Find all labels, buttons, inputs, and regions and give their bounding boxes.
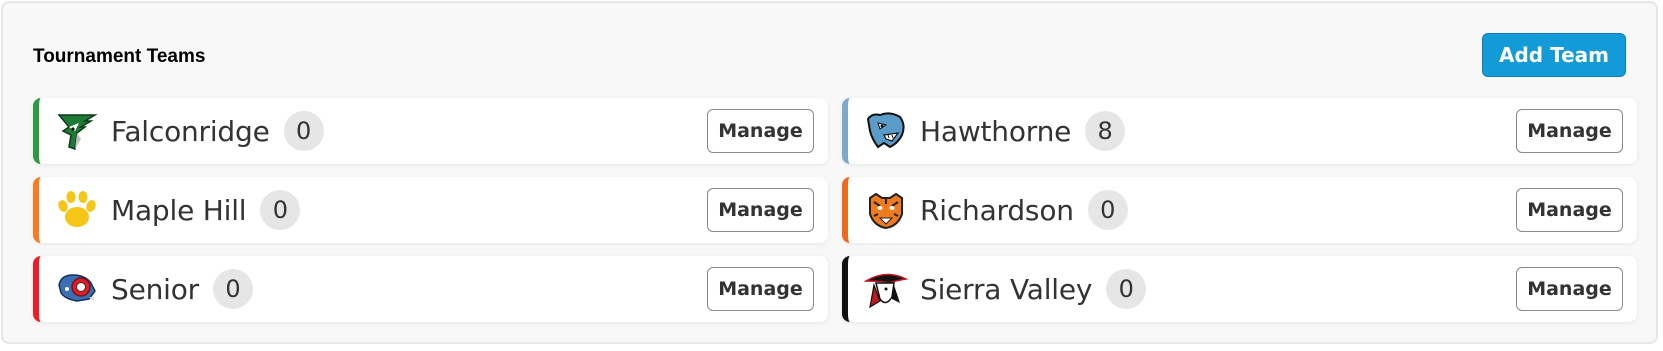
team-info: Maple Hill 0 [111, 177, 301, 243]
team-card-maple-hill: Maple Hill 0 Manage [33, 177, 828, 243]
paw-logo-icon [55, 188, 99, 232]
manage-button[interactable]: Manage [707, 188, 814, 232]
team-info: Senior 0 [111, 256, 253, 322]
team-card-richardson: Richardson 0 Manage [842, 177, 1637, 243]
team-count-badge: 0 [1087, 190, 1128, 230]
manage-button[interactable]: Manage [1516, 109, 1623, 153]
ram-logo-icon [55, 267, 99, 311]
team-info: Falconridge 0 [111, 98, 324, 164]
manage-button[interactable]: Manage [1516, 188, 1623, 232]
team-card-falconridge: Falconridge 0 Manage [33, 98, 828, 164]
tiger-logo-icon [864, 188, 908, 232]
team-card-hawthorne: Hawthorne 8 Manage [842, 98, 1637, 164]
team-info: Richardson 0 [920, 177, 1128, 243]
team-card-sierra-valley: Sierra Valley 0 Manage [842, 256, 1637, 322]
team-info: Hawthorne 8 [920, 98, 1126, 164]
panther-logo-icon [864, 109, 908, 153]
team-count-badge: 0 [212, 269, 253, 309]
tournament-teams-panel: Tournament Teams Add Team Falconridge 0 … [1, 1, 1658, 344]
teams-grid: Falconridge 0 Manage Hawthorne 8 Manage [33, 98, 1637, 322]
pirate-logo-icon [864, 267, 908, 311]
team-card-senior: Senior 0 Manage [33, 256, 828, 322]
falcon-logo-icon [55, 109, 99, 153]
team-info: Sierra Valley 0 [920, 256, 1147, 322]
team-name: Senior [111, 272, 199, 306]
team-name: Falconridge [111, 114, 270, 148]
team-name: Sierra Valley [920, 272, 1093, 306]
team-name: Maple Hill [111, 193, 247, 227]
manage-button[interactable]: Manage [707, 267, 814, 311]
team-name: Hawthorne [920, 114, 1072, 148]
manage-button[interactable]: Manage [707, 109, 814, 153]
panel-header: Tournament Teams Add Team [33, 31, 1626, 79]
team-count-badge: 0 [283, 111, 324, 151]
team-count-badge: 8 [1085, 111, 1126, 151]
panel-title: Tournament Teams [33, 46, 206, 67]
team-count-badge: 0 [260, 190, 301, 230]
team-count-badge: 0 [1106, 269, 1147, 309]
add-team-button[interactable]: Add Team [1482, 33, 1626, 77]
team-name: Richardson [920, 193, 1074, 227]
manage-button[interactable]: Manage [1516, 267, 1623, 311]
